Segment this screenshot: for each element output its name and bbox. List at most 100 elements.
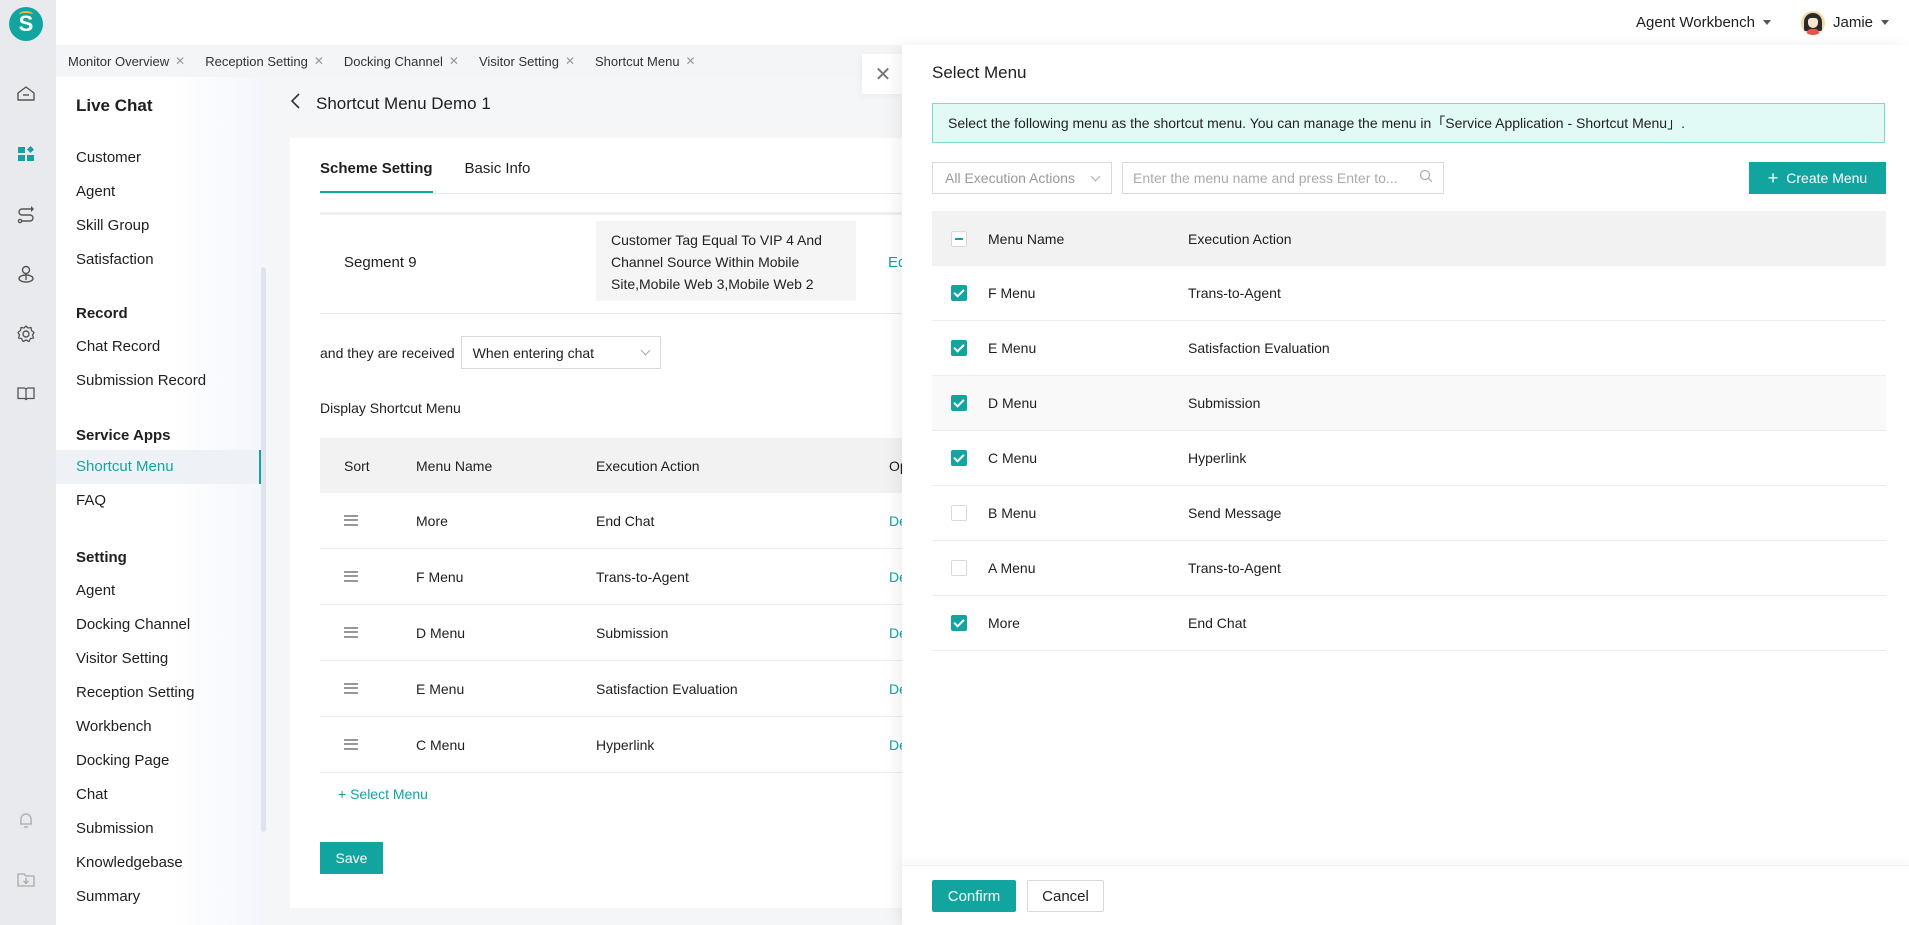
app-logo[interactable]: S	[9, 7, 43, 41]
close-icon[interactable]: ✕	[686, 54, 696, 68]
tab-reception-setting[interactable]: Reception Setting ✕	[205, 54, 324, 69]
routing-icon[interactable]	[14, 202, 38, 226]
confirm-button[interactable]: Confirm	[932, 880, 1016, 912]
table-row[interactable]: F Menu Trans-to-Agent	[932, 266, 1886, 321]
row-checkbox[interactable]	[951, 340, 967, 356]
sidebar-item-agent[interactable]: Agent	[56, 175, 261, 209]
agent-icon[interactable]	[14, 262, 38, 286]
sidebar-item-submission-record[interactable]: Submission Record	[56, 364, 261, 398]
sidebar-item-shortcut-menu[interactable]: Shortcut Menu	[56, 450, 261, 484]
search-icon[interactable]	[1419, 169, 1433, 187]
sidebar-item-docking-page[interactable]: Docking Page	[56, 744, 261, 778]
sidebar-item-chat[interactable]: Chat	[56, 778, 261, 812]
drawer-close-button[interactable]: ✕	[862, 54, 904, 94]
row-checkbox[interactable]	[951, 285, 967, 301]
sidebar-scrollbar[interactable]	[261, 267, 266, 832]
tab-basic-info[interactable]: Basic Info	[465, 160, 531, 194]
home-icon[interactable]	[14, 82, 38, 106]
workbench-dropdown[interactable]: Agent Workbench	[1636, 14, 1771, 31]
icon-rail: S	[0, 0, 56, 925]
table-row[interactable]: E Menu Satisfaction Evaluation	[932, 321, 1886, 376]
select-menu-link[interactable]: + Select Menu	[338, 786, 428, 802]
user-name: Jamie	[1832, 14, 1873, 31]
drag-handle-icon[interactable]	[344, 626, 358, 638]
bell-icon[interactable]	[14, 808, 38, 832]
divider	[320, 212, 930, 215]
execution-action: Send Message	[1188, 505, 1282, 521]
execution-action: Trans-to-Agent	[1188, 285, 1281, 301]
avatar	[1800, 10, 1825, 35]
execution-action: Satisfaction Evaluation	[596, 680, 738, 697]
execution-action: Submission	[1188, 395, 1261, 411]
menu-name: F Menu	[988, 285, 1036, 301]
save-button[interactable]: Save	[320, 842, 383, 874]
received-label: and they are received	[320, 344, 455, 361]
tab-monitor-overview[interactable]: Monitor Overview ✕	[68, 54, 185, 69]
received-select[interactable]: When entering chat	[460, 336, 661, 369]
table-row[interactable]: C Menu Hyperlink	[932, 431, 1886, 486]
row-checkbox[interactable]	[951, 615, 967, 631]
display-menu-title: Display Shortcut Menu	[320, 400, 461, 416]
select-all-checkbox[interactable]	[951, 230, 967, 247]
row-checkbox[interactable]	[951, 450, 967, 466]
menu-name: C Menu	[416, 736, 466, 753]
sidebar-item-setting-agent[interactable]: Agent	[56, 574, 261, 608]
book-icon[interactable]	[14, 382, 38, 406]
row-checkbox[interactable]	[951, 505, 967, 521]
settings-icon[interactable]	[14, 322, 38, 346]
column-header-execution-action: Execution Action	[596, 457, 700, 474]
table-row[interactable]: B Menu Send Message	[932, 486, 1886, 541]
create-menu-button[interactable]: + Create Menu	[1749, 162, 1886, 194]
sidebar-item-skill-group[interactable]: Skill Group	[56, 209, 261, 243]
execution-action: Hyperlink	[596, 736, 655, 753]
user-menu[interactable]: Jamie	[1800, 10, 1889, 35]
menu-name: More	[988, 615, 1020, 631]
sidebar-item-visitor-setting[interactable]: Visitor Setting	[56, 642, 261, 676]
sidebar-item-summary[interactable]: Summary	[56, 880, 261, 914]
tab-label: Shortcut Menu	[595, 53, 680, 69]
table-row[interactable]: A Menu Trans-to-Agent	[932, 541, 1886, 596]
sidebar-item-chat-record[interactable]: Chat Record	[56, 330, 261, 364]
download-folder-icon[interactable]	[14, 868, 38, 892]
sidebar-item-docking-channel[interactable]: Docking Channel	[56, 608, 261, 642]
menu-search-input[interactable]	[1133, 170, 1419, 186]
tab-docking-channel[interactable]: Docking Channel ✕	[344, 54, 459, 69]
table-row[interactable]: More End Chat	[932, 596, 1886, 651]
close-icon[interactable]: ✕	[175, 54, 185, 68]
dashboard-icon[interactable]	[14, 142, 38, 166]
close-icon[interactable]: ✕	[314, 54, 324, 68]
sidebar-item-submission[interactable]: Submission	[56, 812, 261, 846]
close-icon[interactable]: ✕	[449, 54, 459, 68]
cancel-button[interactable]: Cancel	[1027, 880, 1104, 912]
menu-search	[1122, 162, 1444, 194]
drag-handle-icon[interactable]	[344, 738, 358, 750]
sidebar-item-workbench[interactable]: Workbench	[56, 710, 261, 744]
menu-name: More	[416, 512, 448, 529]
table-row: More End Chat De	[320, 493, 930, 549]
drawer-footer: Confirm Cancel	[902, 865, 1909, 925]
sidebar-section-service-apps: Service Apps	[76, 427, 171, 444]
execution-action-filter[interactable]: All Execution Actions	[932, 162, 1112, 194]
received-row: and they are received When entering chat	[320, 336, 661, 369]
segment-name: Segment 9	[344, 254, 417, 271]
tab-visitor-setting[interactable]: Visitor Setting ✕	[479, 54, 575, 69]
drag-handle-icon[interactable]	[344, 570, 358, 582]
row-checkbox[interactable]	[951, 395, 967, 411]
drag-handle-icon[interactable]	[344, 682, 358, 694]
sidebar-item-satisfaction[interactable]: Satisfaction	[56, 243, 261, 277]
back-icon[interactable]	[290, 92, 302, 115]
sidebar-item-reception-setting[interactable]: Reception Setting	[56, 676, 261, 710]
info-alert: Select the following menu as the shortcu…	[932, 103, 1885, 143]
close-icon[interactable]: ✕	[565, 54, 575, 68]
table-row: F Menu Trans-to-Agent De	[320, 549, 930, 605]
sidebar-item-customer[interactable]: Customer	[56, 141, 261, 175]
sidebar-item-faq[interactable]: FAQ	[56, 484, 261, 518]
sidebar-item-knowledgebase[interactable]: Knowledgebase	[56, 846, 261, 880]
chevron-down-icon	[1090, 171, 1101, 181]
menu-name: D Menu	[988, 395, 1038, 411]
row-checkbox[interactable]	[951, 560, 967, 576]
drag-handle-icon[interactable]	[344, 514, 358, 526]
tab-scheme-setting[interactable]: Scheme Setting	[320, 160, 433, 194]
table-row[interactable]: D Menu Submission	[932, 376, 1886, 431]
tab-shortcut-menu[interactable]: Shortcut Menu ✕	[595, 54, 696, 69]
